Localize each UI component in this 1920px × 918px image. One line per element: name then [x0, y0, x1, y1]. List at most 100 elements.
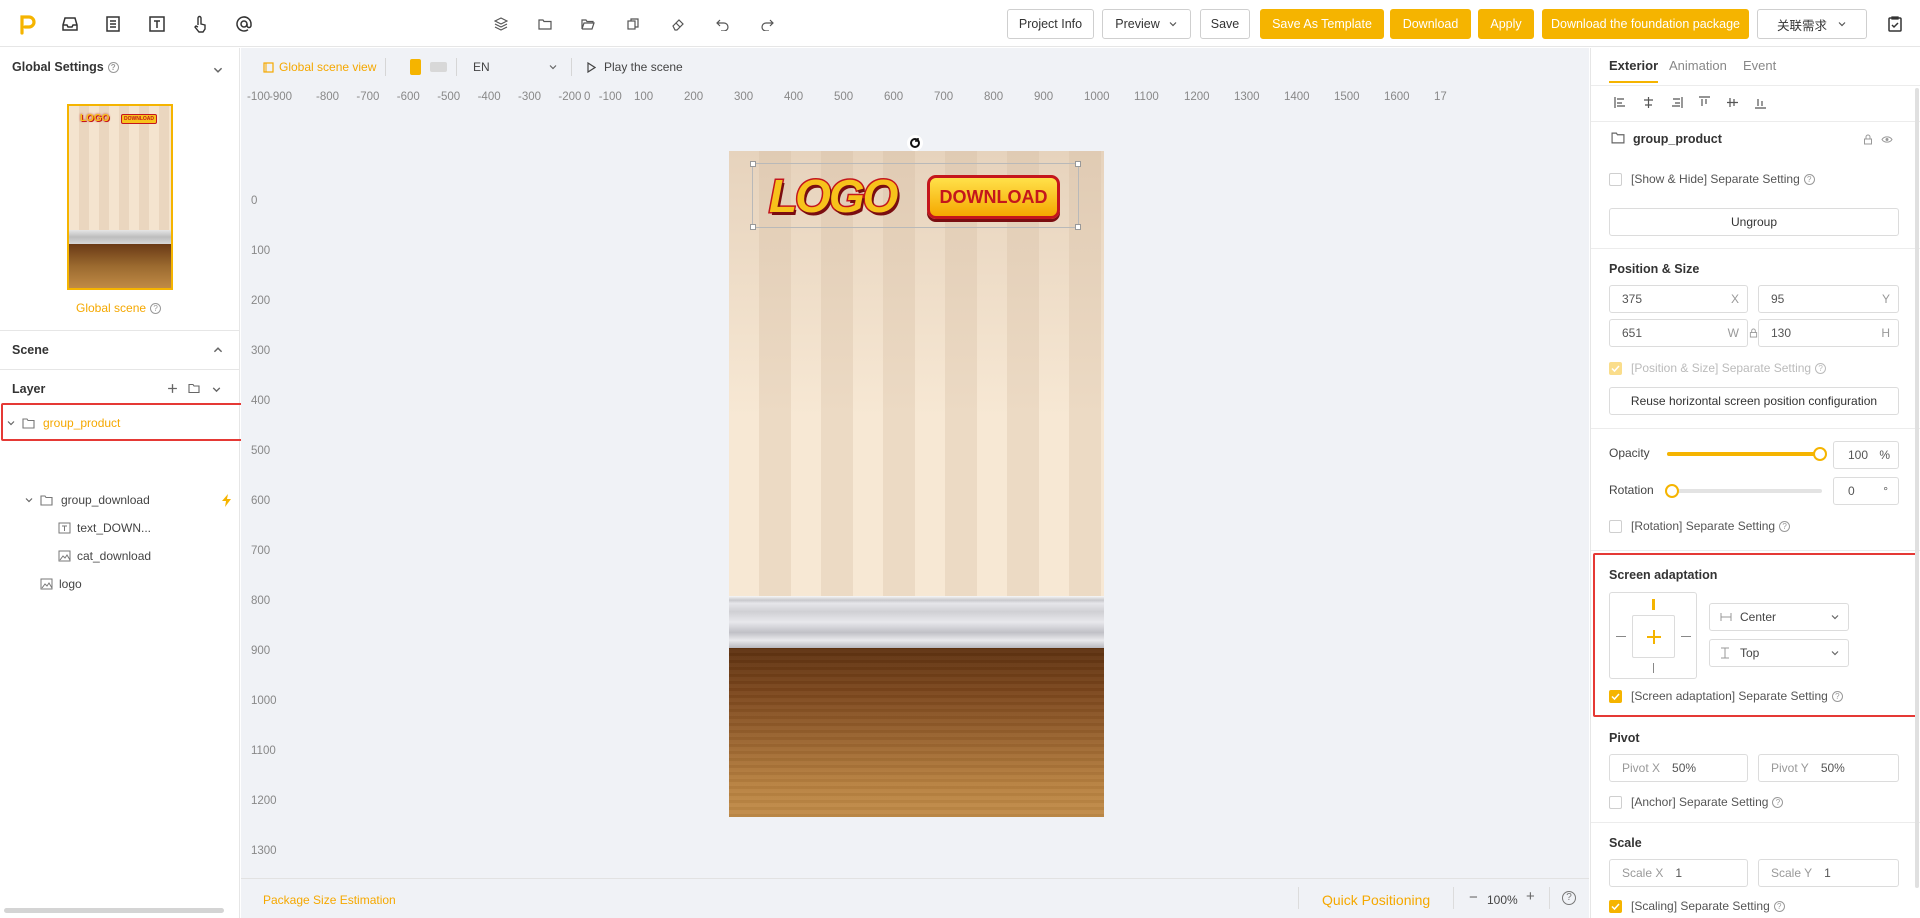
- rotation-input[interactable]: 0 °: [1833, 477, 1899, 505]
- global-scene-thumbnail[interactable]: LOGO DOWNLOAD: [67, 104, 173, 290]
- rotation-slider-track[interactable]: [1665, 484, 1822, 498]
- global-scene-label[interactable]: Global scene?: [76, 301, 162, 315]
- at-sign-icon[interactable]: [232, 12, 256, 36]
- align-middle-v-icon[interactable]: [1726, 96, 1739, 109]
- language-select[interactable]: EN: [473, 60, 558, 74]
- landscape-mode-icon[interactable]: [430, 62, 447, 72]
- opacity-slider-track[interactable]: [1667, 447, 1827, 461]
- h-value: 130: [1771, 326, 1792, 340]
- vertical-scrollbar[interactable]: [1915, 88, 1919, 888]
- help-icon[interactable]: ?: [1803, 174, 1815, 186]
- add-icon[interactable]: [167, 383, 178, 394]
- quick-positioning-button[interactable]: Quick Positioning: [1322, 892, 1430, 908]
- reuse-horizontal-button[interactable]: Reuse horizontal screen position configu…: [1609, 387, 1899, 415]
- scale-x-input[interactable]: Scale X 1: [1609, 859, 1748, 887]
- scene-canvas[interactable]: LOGO DOWNLOAD: [729, 151, 1104, 817]
- rotation-slider-thumb[interactable]: [1665, 484, 1679, 498]
- zoom-in-button[interactable]: +: [1526, 888, 1535, 905]
- ungroup-button[interactable]: Ungroup: [1609, 208, 1899, 236]
- scale-y-input[interactable]: Scale Y 1: [1758, 859, 1899, 887]
- download-button[interactable]: Download: [1390, 9, 1471, 39]
- aspect-lock-icon[interactable]: [1749, 328, 1758, 338]
- help-icon[interactable]: ?: [1562, 891, 1576, 905]
- show-hide-text: [Show & Hide] Separate Setting: [1631, 172, 1800, 186]
- horizontal-scrollbar[interactable]: [4, 908, 224, 913]
- help-icon[interactable]: ?: [1772, 797, 1784, 809]
- align-top-icon[interactable]: [1698, 96, 1711, 109]
- align-left-icon[interactable]: [1614, 96, 1627, 109]
- apply-button[interactable]: Apply: [1478, 9, 1534, 39]
- help-icon[interactable]: ?: [1779, 521, 1791, 533]
- app-logo-icon[interactable]: [16, 12, 40, 36]
- opacity-slider-thumb[interactable]: [1813, 447, 1827, 461]
- resize-handle[interactable]: [1075, 161, 1081, 167]
- portrait-mode-icon[interactable]: [410, 59, 421, 75]
- ruler-tick-label: 1500: [1334, 91, 1360, 103]
- touch-icon[interactable]: [188, 12, 212, 36]
- related-requirement-dropdown[interactable]: 关联需求: [1757, 9, 1867, 39]
- chevron-down-icon[interactable]: [212, 64, 224, 76]
- zoom-level: 100%: [1487, 893, 1518, 907]
- tree-item-cat-download[interactable]: cat_download: [58, 544, 228, 568]
- zoom-out-button[interactable]: −: [1469, 889, 1478, 906]
- tab-exterior[interactable]: Exterior: [1609, 58, 1659, 83]
- resize-handle[interactable]: [1075, 224, 1081, 230]
- align-bottom-icon[interactable]: [1754, 96, 1767, 109]
- height-input[interactable]: 130 H: [1758, 319, 1899, 347]
- open-folder-icon[interactable]: [578, 14, 598, 34]
- opacity-input[interactable]: 100%: [1833, 441, 1899, 469]
- selection-box[interactable]: [750, 161, 1081, 230]
- tab-animation[interactable]: Animation: [1669, 58, 1727, 73]
- pivot-title: Pivot: [1609, 731, 1640, 745]
- save-as-template-button[interactable]: Save As Template: [1260, 9, 1384, 39]
- pivot-y-input[interactable]: Pivot Y 50%: [1758, 754, 1899, 782]
- chevron-down-icon[interactable]: [211, 384, 222, 395]
- rotate-handle-icon[interactable]: [907, 135, 923, 151]
- play-scene-button[interactable]: Play the scene: [586, 60, 683, 74]
- project-info-button[interactable]: Project Info: [1007, 9, 1094, 39]
- eraser-icon[interactable]: [668, 14, 688, 34]
- position-x-input[interactable]: 375 X: [1609, 285, 1748, 313]
- preview-dropdown[interactable]: Preview: [1102, 9, 1191, 39]
- checklist-icon[interactable]: [1883, 12, 1907, 36]
- show-hide-checkbox[interactable]: [1609, 173, 1622, 186]
- lock-icon[interactable]: [1863, 134, 1873, 145]
- package-size-estimation-link[interactable]: Package Size Estimation: [263, 893, 396, 907]
- scaling-separate-checkbox[interactable]: [1609, 900, 1622, 913]
- help-icon[interactable]: ?: [107, 62, 119, 74]
- position-y-input[interactable]: 95 Y: [1758, 285, 1899, 313]
- global-scene-view-toggle[interactable]: Global scene view: [263, 60, 376, 74]
- position-separate-checkbox[interactable]: [1609, 362, 1622, 375]
- undo-icon[interactable]: [713, 14, 733, 34]
- lightning-icon[interactable]: [221, 493, 232, 507]
- resize-handle[interactable]: [750, 161, 756, 167]
- eye-icon[interactable]: [1881, 135, 1893, 144]
- tree-item-text-download[interactable]: text_DOWN...: [58, 516, 228, 540]
- anchor-separate-checkbox[interactable]: [1609, 796, 1622, 809]
- align-right-icon[interactable]: [1670, 96, 1683, 109]
- help-icon[interactable]: ?: [1773, 901, 1785, 913]
- inbox-icon[interactable]: [58, 12, 82, 36]
- redo-icon[interactable]: [757, 14, 777, 34]
- chevron-up-icon[interactable]: [212, 344, 224, 356]
- resize-handle[interactable]: [750, 224, 756, 230]
- folder-icon[interactable]: [535, 14, 555, 34]
- help-icon[interactable]: ?: [150, 303, 162, 315]
- tree-item-logo[interactable]: logo: [40, 572, 230, 596]
- layout-icon[interactable]: [101, 12, 125, 36]
- align-center-h-icon[interactable]: [1642, 96, 1655, 109]
- ruler-tick-label: 1200: [251, 795, 277, 807]
- save-button[interactable]: Save: [1200, 9, 1250, 39]
- rotation-separate-checkbox[interactable]: [1609, 520, 1622, 533]
- chevron-down-icon[interactable]: [24, 495, 34, 505]
- copy-icon[interactable]: [623, 14, 643, 34]
- pivot-x-input[interactable]: Pivot X 50%: [1609, 754, 1748, 782]
- help-icon[interactable]: ?: [1815, 363, 1827, 375]
- layers-icon[interactable]: [491, 14, 511, 34]
- text-tool-icon[interactable]: [145, 12, 169, 36]
- tab-event[interactable]: Event: [1743, 58, 1776, 73]
- tree-item-group-download[interactable]: group_download: [24, 488, 234, 512]
- add-folder-icon[interactable]: [188, 383, 200, 394]
- width-input[interactable]: 651 W: [1609, 319, 1748, 347]
- download-foundation-package-button[interactable]: Download the foundation package: [1542, 9, 1749, 39]
